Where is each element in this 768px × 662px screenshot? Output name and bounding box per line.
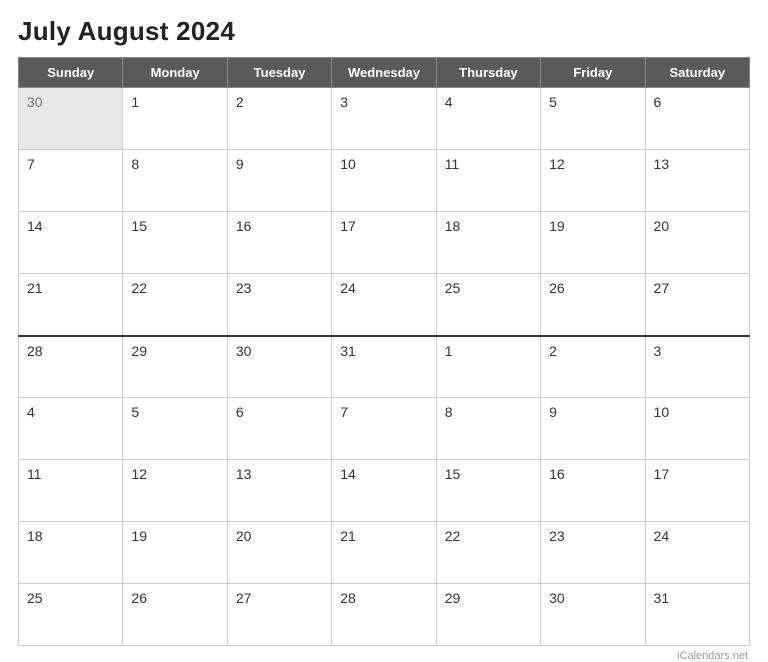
calendar-table: SundayMondayTuesdayWednesdayThursdayFrid… (18, 57, 750, 646)
calendar-day-cell: 4 (436, 88, 540, 150)
header-cell-wednesday: Wednesday (332, 58, 436, 88)
calendar-day-cell: 23 (541, 522, 645, 584)
header-cell-saturday: Saturday (645, 58, 749, 88)
calendar-day-cell: 4 (19, 398, 123, 460)
calendar-day-cell: 2 (227, 88, 331, 150)
calendar-day-cell: 8 (123, 150, 227, 212)
calendar-day-cell: 1 (436, 336, 540, 398)
calendar-day-cell: 8 (436, 398, 540, 460)
calendar-week-row: 25262728293031 (19, 584, 750, 646)
calendar-week-row: 18192021222324 (19, 522, 750, 584)
calendar-title: July August 2024 (18, 16, 750, 47)
calendar-day-cell: 25 (436, 274, 540, 336)
calendar-day-cell: 21 (332, 522, 436, 584)
calendar-day-cell: 3 (645, 336, 749, 398)
calendar-day-cell: 24 (332, 274, 436, 336)
calendar-week-row: 30123456 (19, 88, 750, 150)
header-cell-friday: Friday (541, 58, 645, 88)
calendar-week-row: 28293031123 (19, 336, 750, 398)
calendar-day-cell: 28 (332, 584, 436, 646)
calendar-day-cell: 25 (19, 584, 123, 646)
calendar-day-cell: 9 (227, 150, 331, 212)
calendar-day-cell: 30 (541, 584, 645, 646)
calendar-day-cell: 16 (541, 460, 645, 522)
watermark: iCalendars.net (18, 646, 750, 662)
calendar-week-row: 78910111213 (19, 150, 750, 212)
calendar-day-cell: 20 (645, 212, 749, 274)
calendar-day-cell: 10 (645, 398, 749, 460)
calendar-day-cell: 19 (123, 522, 227, 584)
calendar-day-cell: 7 (19, 150, 123, 212)
calendar-day-cell: 14 (332, 460, 436, 522)
calendar-header: SundayMondayTuesdayWednesdayThursdayFrid… (19, 58, 750, 88)
calendar-day-cell: 19 (541, 212, 645, 274)
calendar-day-cell: 18 (19, 522, 123, 584)
header-cell-monday: Monday (123, 58, 227, 88)
calendar-day-cell: 24 (645, 522, 749, 584)
calendar-day-cell: 5 (123, 398, 227, 460)
calendar-day-cell: 30 (19, 88, 123, 150)
calendar-day-cell: 28 (19, 336, 123, 398)
calendar-week-row: 45678910 (19, 398, 750, 460)
calendar-day-cell: 1 (123, 88, 227, 150)
calendar-day-cell: 10 (332, 150, 436, 212)
calendar-day-cell: 26 (541, 274, 645, 336)
calendar-day-cell: 21 (19, 274, 123, 336)
header-cell-thursday: Thursday (436, 58, 540, 88)
calendar-day-cell: 9 (541, 398, 645, 460)
header-row: SundayMondayTuesdayWednesdayThursdayFrid… (19, 58, 750, 88)
calendar-day-cell: 31 (332, 336, 436, 398)
calendar-day-cell: 6 (645, 88, 749, 150)
calendar-day-cell: 16 (227, 212, 331, 274)
calendar-day-cell: 11 (436, 150, 540, 212)
calendar-week-row: 21222324252627 (19, 274, 750, 336)
calendar-day-cell: 31 (645, 584, 749, 646)
calendar-day-cell: 17 (332, 212, 436, 274)
calendar-day-cell: 30 (227, 336, 331, 398)
calendar-day-cell: 23 (227, 274, 331, 336)
calendar-day-cell: 22 (436, 522, 540, 584)
calendar-day-cell: 3 (332, 88, 436, 150)
calendar-week-row: 11121314151617 (19, 460, 750, 522)
calendar-day-cell: 15 (436, 460, 540, 522)
calendar-day-cell: 13 (645, 150, 749, 212)
calendar-day-cell: 15 (123, 212, 227, 274)
calendar-day-cell: 17 (645, 460, 749, 522)
calendar-body: 3012345678910111213141516171819202122232… (19, 88, 750, 646)
calendar-day-cell: 14 (19, 212, 123, 274)
calendar-day-cell: 5 (541, 88, 645, 150)
calendar-week-row: 14151617181920 (19, 212, 750, 274)
calendar-day-cell: 13 (227, 460, 331, 522)
calendar-day-cell: 27 (227, 584, 331, 646)
calendar-day-cell: 27 (645, 274, 749, 336)
calendar-day-cell: 6 (227, 398, 331, 460)
calendar-wrapper: July August 2024 SundayMondayTuesdayWedn… (0, 0, 768, 543)
calendar-day-cell: 12 (123, 460, 227, 522)
calendar-day-cell: 22 (123, 274, 227, 336)
calendar-day-cell: 11 (19, 460, 123, 522)
calendar-day-cell: 20 (227, 522, 331, 584)
header-cell-tuesday: Tuesday (227, 58, 331, 88)
calendar-day-cell: 29 (123, 336, 227, 398)
calendar-day-cell: 26 (123, 584, 227, 646)
calendar-day-cell: 2 (541, 336, 645, 398)
calendar-day-cell: 7 (332, 398, 436, 460)
calendar-day-cell: 12 (541, 150, 645, 212)
header-cell-sunday: Sunday (19, 58, 123, 88)
calendar-day-cell: 18 (436, 212, 540, 274)
calendar-day-cell: 29 (436, 584, 540, 646)
